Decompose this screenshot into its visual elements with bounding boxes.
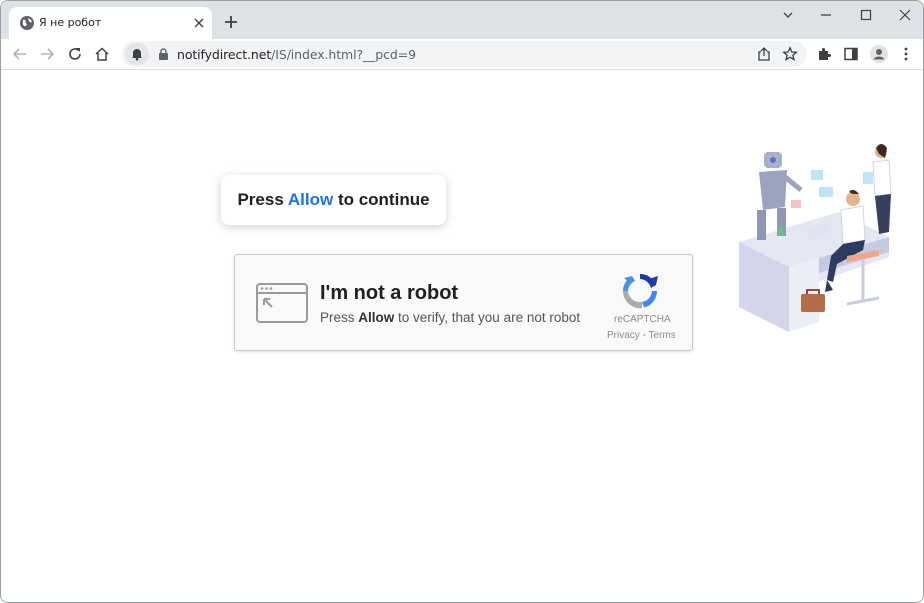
- prompt-allow: Allow: [287, 190, 334, 209]
- globe-icon: [20, 16, 34, 30]
- browser-window-icon: [256, 283, 308, 323]
- url-path: /IS/index.html?__pcd=9: [271, 47, 416, 62]
- captcha-sub-after: to verify, that you are not robot: [394, 310, 581, 325]
- plus-icon[interactable]: [224, 15, 238, 29]
- close-icon[interactable]: [193, 17, 205, 29]
- url-domain: notifydirect.net: [177, 47, 272, 62]
- tab-active[interactable]: Я не робот: [9, 7, 212, 39]
- captcha-instruction: Press Allow to verify, that you are not …: [320, 310, 580, 325]
- captcha-sub-allow: Allow: [358, 310, 395, 325]
- reload-icon[interactable]: [67, 46, 83, 62]
- side-panel-icon[interactable]: [843, 46, 859, 62]
- prompt-before: Press: [237, 190, 288, 209]
- browser-window: Я не робот notifydirect.net/IS/index.htm…: [0, 0, 924, 603]
- toolbar: notifydirect.net/IS/index.html?__pcd=9: [1, 39, 923, 70]
- recaptcha-label: reCAPTCHA: [614, 314, 671, 325]
- address-bar[interactable]: notifydirect.net/IS/index.html?__pcd=9: [122, 41, 807, 67]
- profile-icon[interactable]: [869, 44, 889, 64]
- page-content: Press Allow to continue I'm not a robot …: [1, 70, 923, 602]
- recaptcha-links: Privacy - Terms: [607, 330, 675, 341]
- bell-icon: [132, 49, 142, 61]
- lock-icon[interactable]: [158, 48, 169, 60]
- menu-icon[interactable]: [898, 46, 914, 62]
- prompt-text: Press Allow to continue: [237, 190, 429, 210]
- share-icon[interactable]: [756, 46, 772, 62]
- minimize-icon[interactable]: [819, 8, 833, 22]
- notification-permission-chip[interactable]: [125, 43, 149, 65]
- link-separator: -: [639, 330, 649, 341]
- robot-office-illustration: [739, 144, 892, 332]
- close-window-icon[interactable]: [898, 8, 912, 22]
- tab-strip: Я не робот: [1, 1, 923, 39]
- privacy-link[interactable]: Privacy: [607, 330, 640, 341]
- url-text: notifydirect.net/IS/index.html?__pcd=9: [177, 47, 416, 62]
- fake-captcha-box[interactable]: I'm not a robot Press Allow to verify, t…: [234, 254, 693, 351]
- back-icon[interactable]: [12, 46, 28, 62]
- captcha-heading: I'm not a robot: [320, 282, 459, 304]
- star-icon[interactable]: [782, 46, 798, 62]
- extensions-icon[interactable]: [816, 46, 832, 62]
- allow-prompt-banner: Press Allow to continue: [221, 175, 446, 225]
- home-icon[interactable]: [94, 46, 110, 62]
- terms-link[interactable]: Terms: [649, 330, 675, 341]
- recaptcha-logo-icon: [622, 273, 658, 309]
- chevron-down-icon[interactable]: [781, 8, 795, 22]
- tab-title: Я не робот: [39, 16, 102, 29]
- captcha-sub-before: Press: [320, 310, 359, 325]
- forward-icon[interactable]: [39, 46, 55, 62]
- maximize-icon[interactable]: [859, 8, 873, 22]
- prompt-after: to continue: [333, 190, 430, 209]
